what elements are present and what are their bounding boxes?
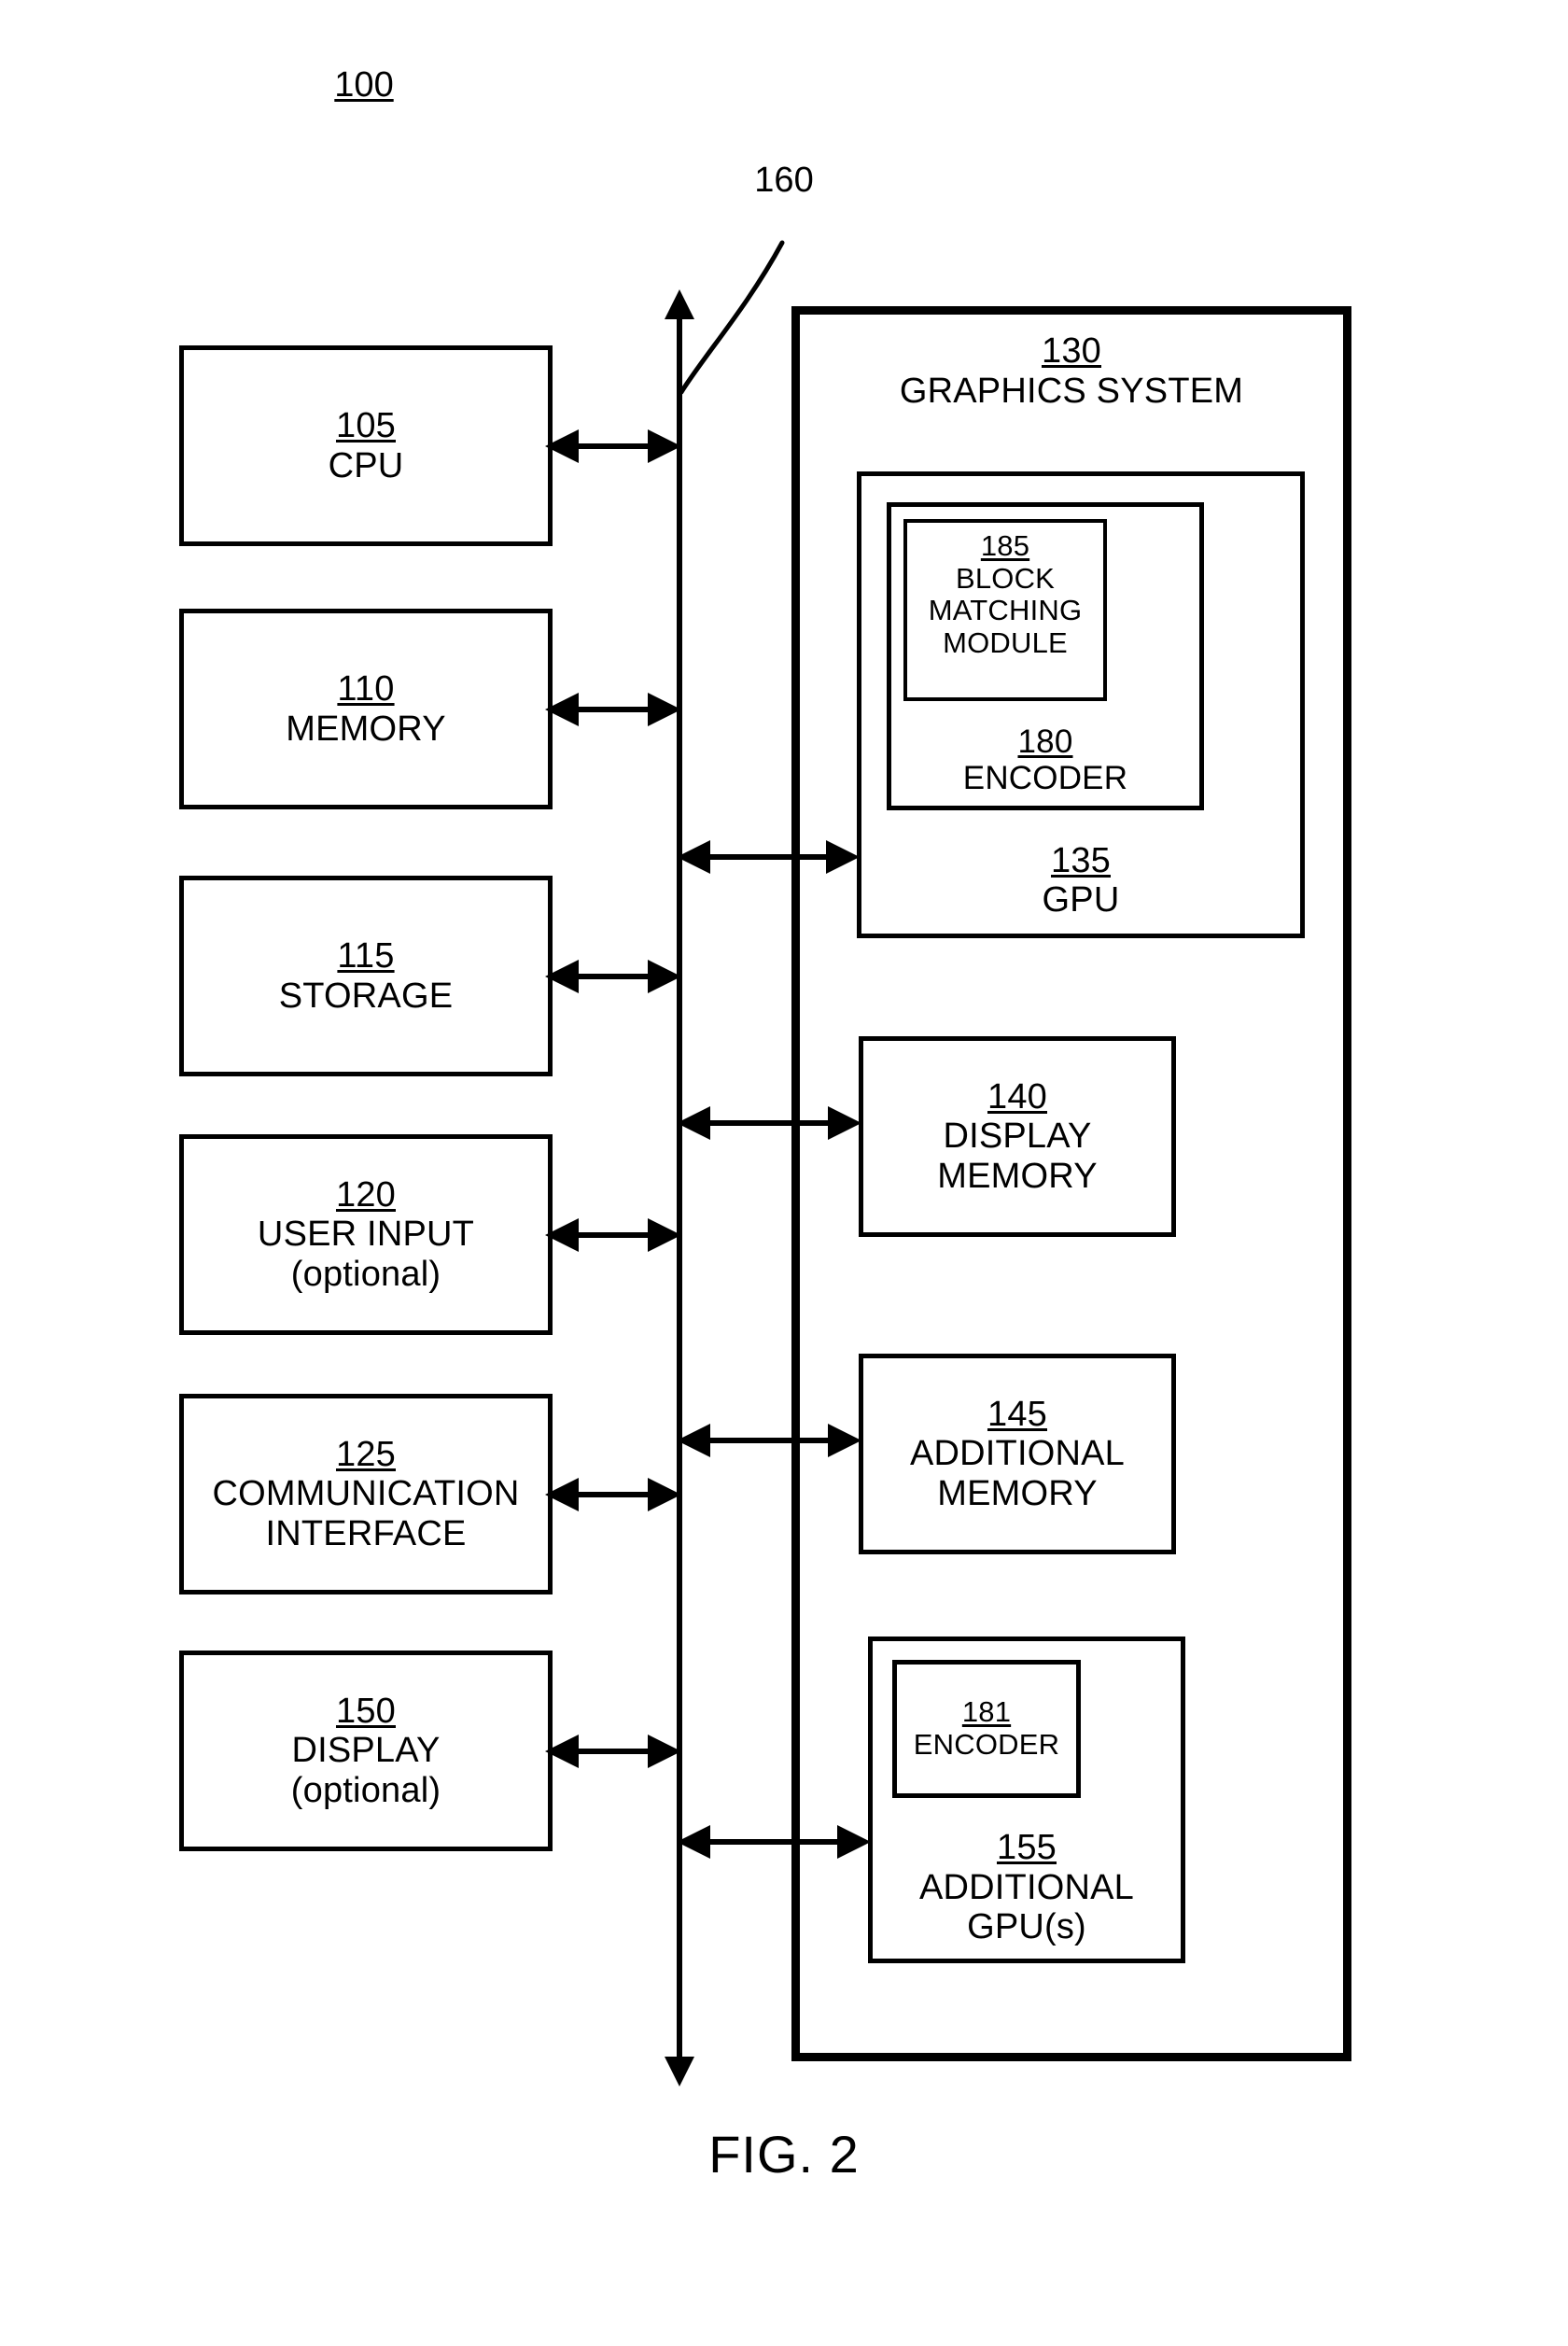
memory-box[interactable]: 110 MEMORY xyxy=(179,609,553,809)
communication-interface-name-line1: COMMUNICATION xyxy=(212,1474,520,1514)
system-bus-line xyxy=(677,308,682,2058)
encoder-180-label: 180 ENCODER xyxy=(963,723,1127,796)
connector-cpu-to-bus xyxy=(545,429,681,463)
arrowhead-right xyxy=(828,1106,861,1140)
graphics-system-name: GRAPHICS SYSTEM xyxy=(899,371,1244,411)
communication-interface-ref: 125 xyxy=(335,1434,396,1474)
display-memory-box[interactable]: 140 DISPLAY MEMORY xyxy=(859,1036,1176,1237)
encoder-181-name: ENCODER xyxy=(913,1728,1060,1761)
connector-display-to-bus xyxy=(545,1735,681,1768)
encoder-181-box[interactable]: 181 ENCODER xyxy=(892,1660,1081,1798)
connector-memory-to-bus xyxy=(545,693,681,726)
arrow-shaft xyxy=(573,1749,653,1754)
figure-caption: FIG. 2 xyxy=(0,2124,1568,2184)
additional-gpus-line2: GPU(s) xyxy=(967,1907,1086,1947)
arrow-shaft xyxy=(705,1839,843,1845)
graphics-system-label: 130 GRAPHICS SYSTEM xyxy=(791,331,1351,411)
block-matching-module-ref: 185 xyxy=(980,529,1030,562)
patent-figure-page: 100 160 105 CPU 110 MEMORY 115 STORAGE 1… xyxy=(0,0,1568,2346)
display-memory-ref: 140 xyxy=(987,1076,1047,1117)
connector-bus-to-display-memory xyxy=(677,1106,861,1140)
additional-memory-box[interactable]: 145 ADDITIONAL MEMORY xyxy=(859,1354,1176,1554)
gpu-ref: 135 xyxy=(1050,840,1111,880)
connector-user-input-to-bus xyxy=(545,1218,681,1252)
connector-bus-to-gpu xyxy=(677,840,860,874)
additional-memory-line2: MEMORY xyxy=(937,1473,1098,1513)
storage-label: 115 STORAGE xyxy=(279,936,454,1016)
arrow-shaft xyxy=(573,974,653,979)
arrow-shaft xyxy=(573,443,653,449)
arrow-shaft xyxy=(705,1120,833,1126)
storage-ref: 115 xyxy=(337,935,395,976)
arrowhead-right xyxy=(648,1735,681,1768)
storage-name: STORAGE xyxy=(278,976,454,1016)
memory-ref: 110 xyxy=(337,668,395,709)
user-input-ref: 120 xyxy=(335,1174,396,1215)
additional-memory-ref: 145 xyxy=(987,1394,1047,1434)
user-input-name: USER INPUT xyxy=(257,1215,475,1255)
cpu-ref: 105 xyxy=(335,405,396,445)
display-box[interactable]: 150 DISPLAY (optional) xyxy=(179,1651,553,1851)
user-input-box[interactable]: 120 USER INPUT (optional) xyxy=(179,1134,553,1335)
memory-name: MEMORY xyxy=(286,709,446,749)
communication-interface-name-line2: INTERFACE xyxy=(265,1513,467,1553)
display-memory-line2: MEMORY xyxy=(937,1156,1098,1196)
arrowhead-right xyxy=(828,1424,861,1457)
bus-arrow-bottom xyxy=(665,2057,694,2086)
encoder-180-name: ENCODER xyxy=(962,759,1128,796)
connector-communication-interface-to-bus xyxy=(545,1478,681,1511)
additional-gpus-line1: ADDITIONAL xyxy=(918,1867,1135,1907)
additional-memory-label: 145 ADDITIONAL MEMORY xyxy=(910,1395,1125,1514)
block-matching-module-line3: MODULE xyxy=(943,626,1068,660)
gpu-name: GPU xyxy=(1042,880,1120,920)
block-matching-module-line2: MATCHING xyxy=(928,594,1083,627)
additional-gpus-label: 155 ADDITIONAL GPU(s) xyxy=(919,1828,1134,1947)
user-input-label: 120 USER INPUT (optional) xyxy=(258,1175,474,1295)
arrow-shaft xyxy=(573,1492,653,1497)
arrowhead-right xyxy=(648,960,681,993)
user-input-note: (optional) xyxy=(290,1254,441,1294)
communication-interface-label: 125 COMMUNICATION INTERFACE xyxy=(212,1435,519,1554)
additional-gpus-ref: 155 xyxy=(996,1828,1057,1868)
block-matching-module-label: 185 BLOCK MATCHING MODULE xyxy=(928,529,1083,660)
arrowhead-right xyxy=(648,693,681,726)
figure-caption-text: FIG. 2 xyxy=(708,2125,860,2184)
arrow-shaft xyxy=(573,1232,653,1238)
arrow-shaft xyxy=(573,707,653,712)
arrowhead-right xyxy=(648,1218,681,1252)
communication-interface-box[interactable]: 125 COMMUNICATION INTERFACE xyxy=(179,1394,553,1594)
block-matching-module-box[interactable]: 185 BLOCK MATCHING MODULE xyxy=(903,519,1107,701)
connector-storage-to-bus xyxy=(545,960,681,993)
connector-bus-to-additional-memory xyxy=(677,1424,861,1457)
cpu-label: 105 CPU xyxy=(329,406,404,485)
graphics-system-ref: 130 xyxy=(1041,331,1101,371)
display-note: (optional) xyxy=(290,1770,441,1810)
display-ref: 150 xyxy=(335,1691,396,1731)
arrowhead-right xyxy=(826,840,860,874)
gpu-label: 135 GPU xyxy=(1043,841,1120,920)
arrowhead-right xyxy=(648,429,681,463)
arrowhead-right xyxy=(648,1478,681,1511)
encoder-181-label: 181 ENCODER xyxy=(914,1696,1059,1761)
arrowhead-right xyxy=(837,1825,871,1859)
cpu-box[interactable]: 105 CPU xyxy=(179,345,553,546)
arrow-shaft xyxy=(705,854,832,860)
block-matching-module-line1: BLOCK xyxy=(955,561,1056,595)
memory-label: 110 MEMORY xyxy=(286,669,446,749)
display-memory-label: 140 DISPLAY MEMORY xyxy=(937,1077,1098,1197)
cpu-name: CPU xyxy=(328,445,404,485)
display-name: DISPLAY xyxy=(291,1731,441,1771)
additional-memory-line1: ADDITIONAL xyxy=(909,1434,1126,1474)
storage-box[interactable]: 115 STORAGE xyxy=(179,876,553,1076)
arrow-shaft xyxy=(705,1438,833,1443)
connector-bus-to-additional-gpus xyxy=(677,1825,871,1859)
display-memory-line1: DISPLAY xyxy=(943,1117,1092,1157)
encoder-180-ref: 180 xyxy=(1017,723,1073,760)
encoder-181-ref: 181 xyxy=(961,1695,1012,1729)
display-label: 150 DISPLAY (optional) xyxy=(291,1692,441,1811)
